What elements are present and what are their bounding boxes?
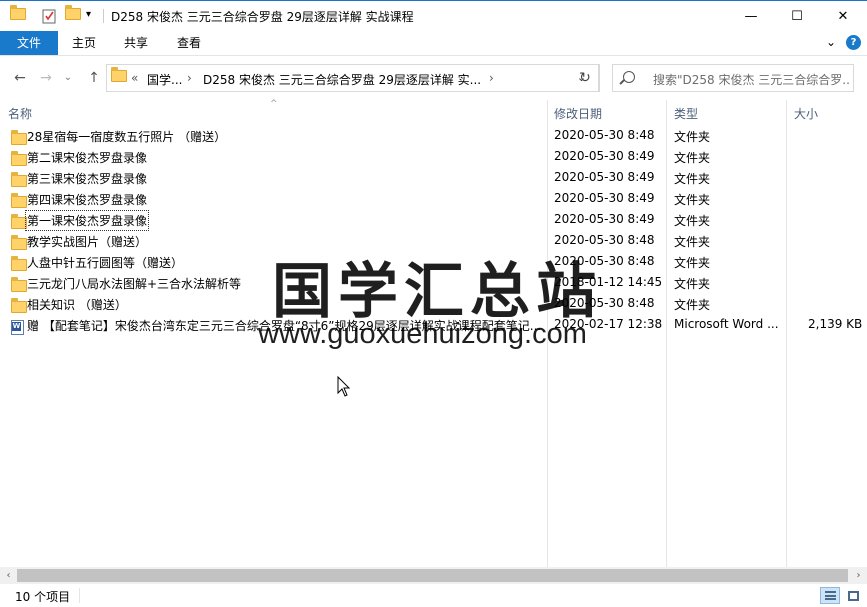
minimize-button[interactable]: — bbox=[728, 1, 774, 31]
list-item[interactable]: 28星宿每一宿度数五行照片 （赠送） 2020-05-30 8:48 文件夹 bbox=[0, 125, 867, 146]
scroll-left-button[interactable]: ‹ bbox=[0, 567, 17, 584]
column-type[interactable]: 类型 bbox=[674, 105, 698, 122]
file-name: 相关知识 （赠送） bbox=[27, 298, 127, 312]
file-type: 文件夹 bbox=[674, 235, 711, 249]
ribbon-tabs: 文件 主页 共享 查看 ⌄ ? bbox=[0, 31, 867, 56]
scrollbar-thumb[interactable] bbox=[17, 569, 848, 582]
help-icon[interactable]: ? bbox=[846, 35, 861, 50]
column-header: ^ 名称 修改日期 类型 大小 bbox=[0, 99, 867, 125]
file-date: 2020-05-30 8:48 bbox=[554, 128, 655, 142]
recent-locations-button[interactable]: ⌄ bbox=[58, 68, 78, 88]
navigation-bar: ← → ⌄ ↑ « 国学... › D258 宋俊杰 三元三合综合罗盘 29层逐… bbox=[0, 56, 867, 100]
back-button[interactable]: ← bbox=[10, 68, 30, 88]
tab-home[interactable]: 主页 bbox=[58, 31, 110, 55]
file-type: Microsoft Word ... bbox=[674, 317, 779, 331]
close-button[interactable]: ✕ bbox=[820, 1, 866, 31]
address-bar[interactable]: « 国学... › D258 宋俊杰 三元三合综合罗盘 29层逐层详解 实...… bbox=[106, 64, 600, 92]
customize-quick-access-icon[interactable]: ▾ bbox=[86, 9, 102, 25]
list-item[interactable]: 第一课宋俊杰罗盘录像 2020-05-30 8:49 文件夹 bbox=[0, 209, 867, 231]
forward-button[interactable]: → bbox=[36, 68, 56, 88]
maximize-button[interactable]: ☐ bbox=[774, 1, 820, 31]
file-name: 第二课宋俊杰罗盘录像 bbox=[27, 151, 148, 165]
file-name: 28星宿每一宿度数五行照片 （赠送） bbox=[27, 130, 227, 144]
new-folder-icon[interactable] bbox=[65, 5, 81, 24]
file-name: 人盘中针五行圆图等（赠送） bbox=[27, 256, 184, 270]
column-size[interactable]: 大小 bbox=[794, 105, 818, 122]
details-view-icon bbox=[825, 591, 836, 600]
search-input[interactable]: 搜索"D258 宋俊杰 三元三合综合罗..." bbox=[612, 64, 854, 92]
search-placeholder: 搜索"D258 宋俊杰 三元三合综合罗..." bbox=[653, 73, 849, 87]
file-type: 文件夹 bbox=[674, 151, 711, 165]
file-type: 文件夹 bbox=[674, 193, 711, 207]
details-view-button[interactable] bbox=[820, 587, 840, 604]
list-item[interactable]: 第三课宋俊杰罗盘录像 2020-05-30 8:49 文件夹 bbox=[0, 167, 867, 188]
properties-icon[interactable] bbox=[42, 8, 58, 24]
file-type: 文件夹 bbox=[674, 130, 711, 144]
file-name: 第四课宋俊杰罗盘录像 bbox=[27, 193, 148, 207]
breadcrumb-item[interactable]: 国学... bbox=[147, 71, 182, 88]
refresh-button[interactable]: ↻ bbox=[571, 64, 600, 92]
horizontal-scrollbar[interactable]: ‹ › bbox=[0, 567, 867, 584]
file-name: 三元龙门八局水法图解+三合水法解析等 bbox=[27, 277, 242, 291]
tab-view[interactable]: 查看 bbox=[163, 31, 215, 55]
file-type: 文件夹 bbox=[674, 172, 711, 186]
watermark-text: 国学汇总站 bbox=[272, 257, 602, 327]
file-type: 文件夹 bbox=[674, 277, 711, 291]
search-icon bbox=[623, 71, 635, 83]
breadcrumb-separator[interactable]: › bbox=[187, 71, 192, 85]
file-name: 教学实战图片（赠送） bbox=[27, 235, 148, 249]
folder-icon bbox=[10, 5, 26, 24]
tab-file[interactable]: 文件 bbox=[0, 31, 58, 55]
item-count: 10 个项目 bbox=[15, 590, 71, 604]
divider bbox=[103, 9, 104, 23]
file-type: 文件夹 bbox=[674, 298, 711, 312]
list-item[interactable]: 第四课宋俊杰罗盘录像 2020-05-30 8:49 文件夹 bbox=[0, 188, 867, 209]
mouse-cursor-icon bbox=[337, 376, 351, 397]
file-date: 2020-05-30 8:49 bbox=[554, 212, 655, 226]
watermark-url: www.guoxuehuizong.com bbox=[258, 318, 587, 350]
title-bar: ▾ D258 宋俊杰 三元三合综合罗盘 29层逐层详解 实战课程 — ☐ ✕ bbox=[0, 0, 867, 31]
window-title: D258 宋俊杰 三元三合综合罗盘 29层逐层详解 实战课程 bbox=[111, 10, 414, 24]
sort-ascending-icon: ^ bbox=[270, 99, 278, 109]
column-name[interactable]: 名称 bbox=[8, 105, 32, 122]
column-date-modified[interactable]: 修改日期 bbox=[554, 105, 602, 122]
up-button[interactable]: ↑ bbox=[84, 68, 104, 88]
folder-icon bbox=[111, 67, 127, 85]
divider bbox=[79, 588, 80, 603]
file-type: 文件夹 bbox=[674, 214, 711, 228]
tab-share[interactable]: 共享 bbox=[110, 31, 162, 55]
expand-ribbon-icon[interactable]: ⌄ bbox=[826, 35, 836, 49]
file-type: 文件夹 bbox=[674, 256, 711, 270]
large-icons-view-icon bbox=[848, 591, 859, 601]
file-date: 2020-05-30 8:49 bbox=[554, 191, 655, 205]
large-icons-view-button[interactable] bbox=[843, 587, 863, 604]
scroll-right-button[interactable]: › bbox=[850, 567, 867, 584]
file-date: 2020-05-30 8:49 bbox=[554, 170, 655, 184]
breadcrumb-item[interactable]: D258 宋俊杰 三元三合综合罗盘 29层逐层详解 实... bbox=[203, 71, 481, 88]
file-name: 第三课宋俊杰罗盘录像 bbox=[27, 172, 148, 186]
file-size: 2,139 KB bbox=[808, 317, 863, 331]
file-date: 2020-05-30 8:49 bbox=[554, 149, 655, 163]
breadcrumb-separator[interactable]: › bbox=[489, 71, 494, 85]
list-item[interactable]: 第二课宋俊杰罗盘录像 2020-05-30 8:49 文件夹 bbox=[0, 146, 867, 167]
status-bar: 10 个项目 bbox=[0, 584, 867, 607]
breadcrumb-overflow[interactable]: « bbox=[131, 71, 138, 85]
file-name: 第一课宋俊杰罗盘录像 bbox=[24, 210, 150, 231]
